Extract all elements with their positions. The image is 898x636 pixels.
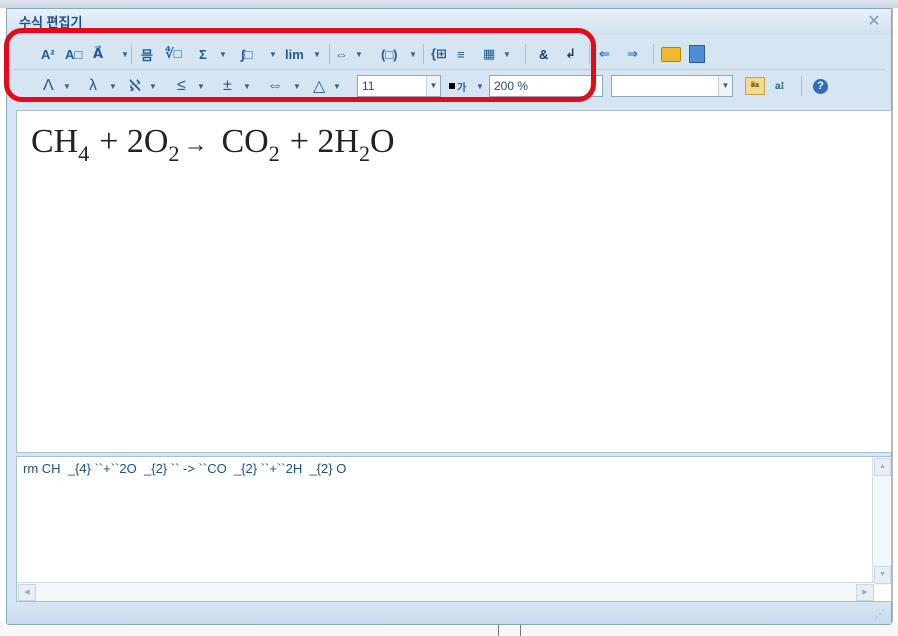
close-icon[interactable]: ✕: [867, 14, 881, 30]
spacing-icon[interactable]: a⁝: [775, 75, 784, 97]
scroll-down-icon[interactable]: ▼: [874, 566, 891, 584]
formula-token: CO: [221, 123, 269, 160]
toolbar-separator: [653, 44, 654, 64]
open-folder-icon[interactable]: [661, 43, 681, 65]
background-right-edge: [892, 8, 898, 636]
formula-token: →: [183, 132, 208, 158]
formula-subscript: 2: [168, 141, 180, 166]
next-icon[interactable]: ⇒: [627, 43, 638, 65]
exit-icon[interactable]: [689, 43, 705, 65]
formula-subscript: 2: [268, 141, 280, 166]
prev-icon[interactable]: ⇐: [599, 43, 610, 65]
highlight-box: [4, 28, 596, 102]
script-input-area[interactable]: rm CH _{4} ``+``2O _{2} `` -> ``CO _{2} …: [16, 456, 892, 602]
formula-display-area[interactable]: CH4 + 2O2 → CO2 + 2H2O: [16, 110, 892, 453]
scroll-up-icon[interactable]: ▲: [874, 458, 891, 476]
font-select-combobox[interactable]: ▼: [611, 75, 733, 97]
style-toggle-icon[interactable]: ⅱa: [745, 75, 765, 97]
vertical-scrollbar[interactable]: ▲ ▼: [872, 457, 891, 585]
formula-token: + 2O: [99, 123, 169, 160]
formula-token: CH: [31, 123, 79, 160]
scroll-right-icon[interactable]: ▶: [856, 584, 874, 601]
horizontal-scrollbar[interactable]: ◀ ▶: [17, 582, 875, 601]
formula-subscript: 2: [358, 141, 370, 166]
scroll-left-icon[interactable]: ◀: [18, 584, 36, 601]
rendered-formula: CH4 + 2O2 → CO2 + 2H2O: [31, 123, 395, 166]
chevron-down-icon[interactable]: ▼: [718, 76, 732, 96]
formula-subscript: 4: [78, 141, 90, 166]
toolbar-separator: [801, 76, 802, 96]
help-icon[interactable]: ?: [813, 75, 828, 97]
status-bar: ⋰: [7, 602, 891, 624]
resize-grip-icon[interactable]: ⋰: [875, 609, 885, 620]
script-text[interactable]: rm CH _{4} ``+``2O _{2} `` -> ``CO _{2} …: [23, 461, 346, 476]
formula-token: O: [369, 123, 395, 160]
formula-token: + 2H: [289, 123, 359, 160]
